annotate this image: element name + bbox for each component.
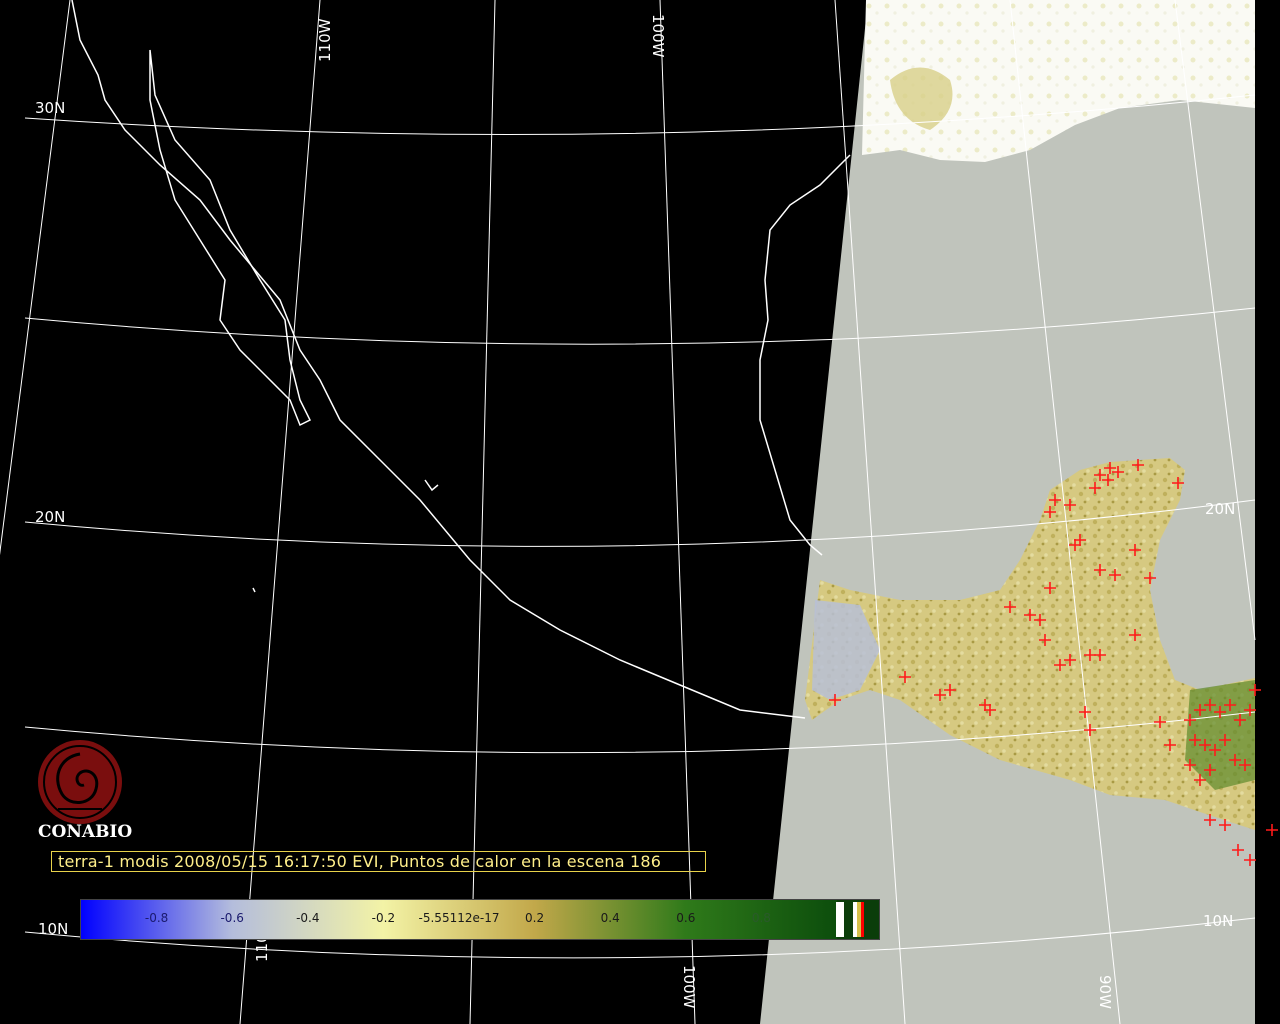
scene-caption: terra-1 modis 2008/05/15 16:17:50 EVI, P… [58, 852, 662, 871]
cb-swatch-white [836, 902, 844, 937]
color-bar-label: -0.6 [220, 911, 244, 925]
coastline [71, 0, 851, 719]
lat-label-20n-left: 20N [35, 508, 65, 526]
lat-label-10n-left: 10N [38, 920, 68, 938]
color-bar-label: -0.8 [144, 911, 169, 925]
color-bar-label: -0.2 [371, 911, 396, 925]
lat-label-30n: 30N [35, 99, 65, 117]
color-bar-label: 0.8 [751, 911, 771, 925]
color-bar-label: 0.6 [676, 911, 696, 925]
cb-swatch-red [861, 902, 864, 937]
color-bar-label: -5.55112e-17 [418, 911, 500, 925]
color-bar-label: -0.4 [296, 911, 320, 925]
color-bar-label: 0.4 [600, 911, 620, 925]
lon-label-100w-top: 100W [649, 14, 667, 58]
lon-label-100w-bottom: 100W [680, 965, 698, 1009]
lat-label-10n-right: 10N [1203, 912, 1233, 930]
conabio-logo-text: CONABIO [38, 822, 133, 842]
plus-icon [1266, 824, 1278, 836]
lon-label-110w-top: 110W [316, 18, 334, 62]
lon-label-90w-bottom: 90W [1096, 975, 1114, 1009]
lat-label-20n-right: 20N [1205, 500, 1235, 518]
color-bar-label: 0.2 [525, 911, 545, 925]
evi-color-bar: -0.8 -0.6 -0.4 -0.2 -5.55112e-17 0.2 0.4 0.6 0.8 [80, 899, 880, 940]
map-stage: 30N 20N 20N 10N 10N 110W 100W 110W 100W … [0, 0, 1280, 1024]
